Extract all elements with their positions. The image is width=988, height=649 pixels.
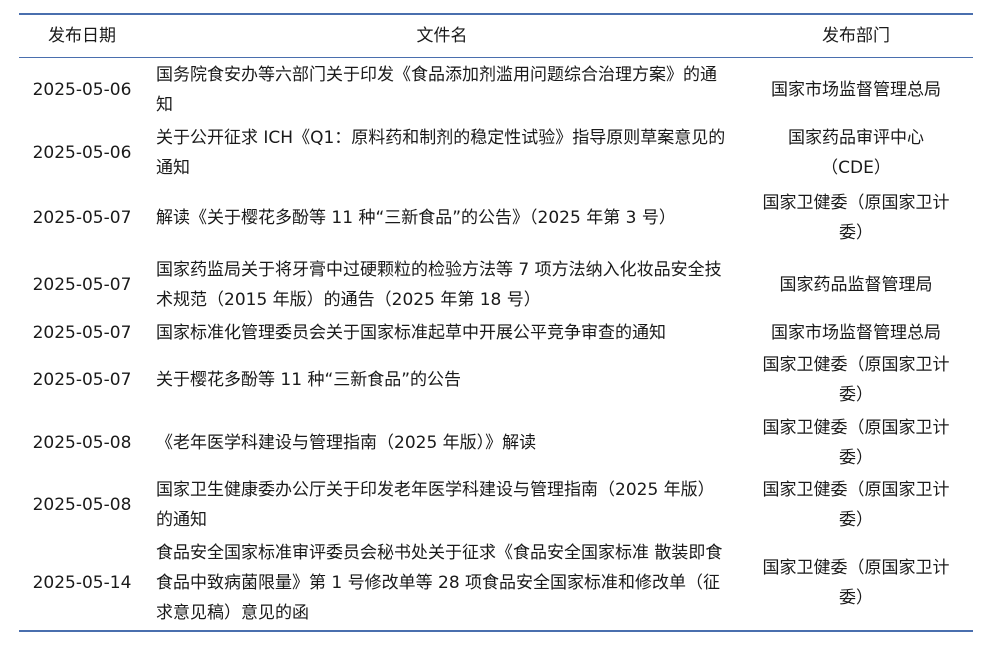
table-row: 2025-05-07 关于樱花多酚等 11 种“三新食品”的公告 国家卫健委（原…	[19, 348, 973, 412]
cell-name: 国务院食安办等六部门关于印发《食品添加剂滥用问题综合治理方案》的通知	[156, 65, 717, 115]
cell-name: 国家药监局关于将牙膏中过硬颗粒的检验方法等 7 项方法纳入化妆品安全技术规范（2…	[156, 260, 722, 310]
cell-date: 2025-05-06	[32, 143, 132, 163]
table-row: 2025-05-08 《老年医学科建设与管理指南（2025 年版）》解读 国家卫…	[19, 412, 973, 474]
cell-date: 2025-05-07	[32, 275, 132, 295]
cell-dept: 国家药品审评中心（CDE）	[788, 128, 924, 178]
table-row: 2025-05-07 国家药监局关于将牙膏中过硬颗粒的检验方法等 7 项方法纳入…	[19, 252, 973, 318]
cell-date: 2025-05-08	[32, 433, 132, 453]
header-dept: 发布部门	[822, 26, 890, 46]
table-row: 2025-05-06 国务院食安办等六部门关于印发《食品添加剂滥用问题综合治理方…	[19, 58, 973, 123]
cell-name: 关于公开征求 ICH《Q1：原料药和制剂的稳定性试验》指导原则草案意见的通知	[156, 128, 726, 178]
cell-dept: 国家卫健委（原国家卫计委）	[762, 418, 950, 468]
cell-dept: 国家卫健委（原国家卫计委）	[762, 480, 950, 530]
cell-name: 国家标准化管理委员会关于国家标准起草中开展公平竞争审查的通知	[156, 323, 666, 343]
table-row: 2025-05-07 国家标准化管理委员会关于国家标准起草中开展公平竞争审查的通…	[19, 318, 973, 348]
cell-dept: 国家卫健委（原国家卫计委）	[762, 355, 950, 405]
cell-date: 2025-05-08	[32, 495, 132, 515]
cell-dept: 国家药品监督管理局	[779, 275, 933, 295]
cell-dept: 国家市场监督管理总局	[771, 80, 941, 100]
cell-name: 解读《关于樱花多酚等 11 种“三新食品”的公告》（2025 年第 3 号）	[156, 208, 676, 228]
cell-dept: 国家卫健委（原国家卫计委）	[762, 193, 950, 243]
regulation-table: 发布日期 文件名 发布部门 2025-05-06 国务院食安办等六部门关于印发《…	[19, 13, 973, 632]
document-table-wrapper: 发布日期 文件名 发布部门 2025-05-06 国务院食安办等六部门关于印发《…	[19, 13, 973, 632]
cell-dept: 国家市场监督管理总局	[771, 323, 941, 343]
cell-name: 《老年医学科建设与管理指南（2025 年版）》解读	[156, 433, 537, 453]
cell-name: 国家卫生健康委办公厅关于印发老年医学科建设与管理指南（2025 年版）的通知	[156, 480, 715, 530]
header-date: 发布日期	[48, 26, 116, 46]
cell-date: 2025-05-07	[32, 208, 132, 228]
table-body: 2025-05-06 国务院食安办等六部门关于印发《食品添加剂滥用问题综合治理方…	[19, 58, 973, 631]
header-row: 发布日期 文件名 发布部门	[19, 14, 973, 58]
cell-dept: 国家卫健委（原国家卫计委）	[762, 558, 950, 608]
cell-date: 2025-05-06	[32, 80, 132, 100]
cell-name: 食品安全国家标准审评委员会秘书处关于征求《食品安全国家标准 散装即食食品中致病菌…	[156, 543, 723, 623]
table-row: 2025-05-08 国家卫生健康委办公厅关于印发老年医学科建设与管理指南（20…	[19, 474, 973, 536]
table-row: 2025-05-07 解读《关于樱花多酚等 11 种“三新食品”的公告》（202…	[19, 184, 973, 252]
cell-date: 2025-05-14	[32, 573, 132, 593]
cell-name: 关于樱花多酚等 11 种“三新食品”的公告	[156, 370, 462, 390]
table-header: 发布日期 文件名 发布部门	[19, 14, 973, 58]
cell-date: 2025-05-07	[32, 370, 132, 390]
table-row: 2025-05-14 食品安全国家标准审评委员会秘书处关于征求《食品安全国家标准…	[19, 536, 973, 631]
table-row: 2025-05-06 关于公开征求 ICH《Q1：原料药和制剂的稳定性试验》指导…	[19, 122, 973, 184]
cell-date: 2025-05-07	[32, 323, 132, 343]
header-name: 文件名	[416, 26, 468, 46]
